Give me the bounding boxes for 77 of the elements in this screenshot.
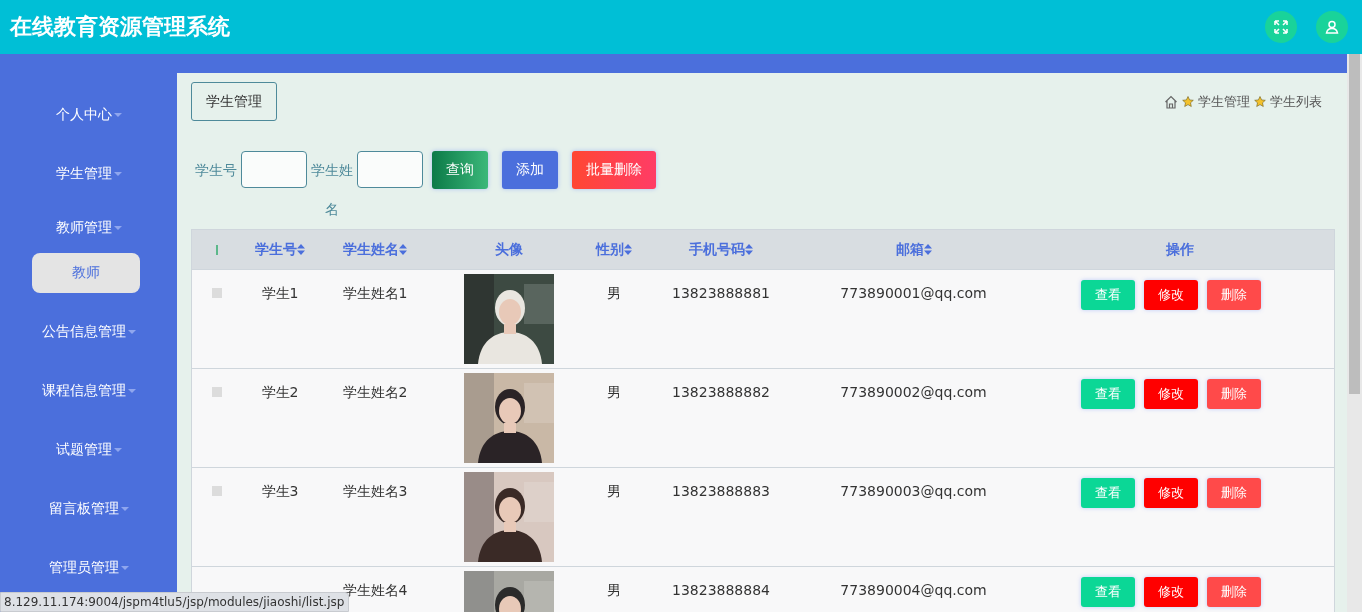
breadcrumb-item[interactable]: 学生列表 xyxy=(1270,92,1322,111)
sidebar-item[interactable]: 教师管理 xyxy=(0,203,177,253)
table-cell: 13823888884 xyxy=(672,582,770,598)
page-tab[interactable]: 学生管理 xyxy=(191,82,277,121)
table-cell: 学生2 xyxy=(261,384,299,402)
fullscreen-icon xyxy=(1274,20,1288,34)
add-button[interactable]: 添加 xyxy=(502,151,558,189)
table-cell: 773890003@qq.com xyxy=(840,483,987,499)
app-title: 在线教育资源管理系统 xyxy=(10,13,231,41)
table-cell: 773890001@qq.com xyxy=(840,285,987,301)
caret-icon xyxy=(113,171,122,176)
sidebar-item[interactable]: 个人中心 xyxy=(0,85,177,144)
home-icon[interactable] xyxy=(1164,94,1178,109)
delete-button[interactable]: 删除 xyxy=(1207,280,1261,310)
search-field[interactable] xyxy=(241,151,307,188)
user-icon xyxy=(1325,20,1339,34)
table-cell: 男 xyxy=(606,483,621,501)
delete-button[interactable]: 删除 xyxy=(1207,379,1261,409)
row-checkbox[interactable] xyxy=(211,387,222,397)
caret-icon xyxy=(127,329,136,334)
sidebar-item[interactable]: 留言板管理 xyxy=(0,479,177,538)
table-cell: 学生1 xyxy=(261,285,299,303)
select-all-checkbox[interactable] xyxy=(215,244,218,255)
caret-icon xyxy=(113,226,122,230)
table-cell: 学生姓名3 xyxy=(342,483,408,501)
column-header[interactable]: 性别 xyxy=(586,230,641,269)
sidebar-item[interactable]: 课程信息管理 xyxy=(0,361,177,420)
user-button[interactable] xyxy=(1316,11,1348,43)
batch-delete-button[interactable]: 批量删除 xyxy=(572,151,656,189)
edit-button[interactable]: 修改 xyxy=(1144,280,1198,310)
caret-icon xyxy=(113,112,122,117)
fullscreen-button[interactable] xyxy=(1265,11,1297,43)
delete-button[interactable]: 删除 xyxy=(1207,577,1261,607)
column-header[interactable]: 手机号码 xyxy=(641,230,801,269)
caret-icon xyxy=(120,565,129,570)
caret-icon xyxy=(120,506,129,511)
column-header[interactable]: 学生姓名 xyxy=(319,230,431,269)
row-checkbox[interactable] xyxy=(211,486,222,496)
column-header[interactable]: 操作 xyxy=(1026,230,1334,269)
edit-button[interactable]: 修改 xyxy=(1144,379,1198,409)
breadcrumb-item[interactable]: 学生管理 xyxy=(1198,92,1250,111)
edit-button[interactable]: 修改 xyxy=(1144,478,1198,508)
edit-button[interactable]: 修改 xyxy=(1144,577,1198,607)
table-cell: 男 xyxy=(606,384,621,402)
sort-icon[interactable] xyxy=(745,244,753,255)
table-cell: 学生姓名1 xyxy=(342,285,408,303)
column-header[interactable]: 邮箱 xyxy=(801,230,1026,269)
sort-icon[interactable] xyxy=(923,244,932,255)
search-button[interactable]: 查询 xyxy=(432,151,488,189)
table-cell: 13823888882 xyxy=(672,384,770,400)
table-cell: 773890004@qq.com xyxy=(840,582,987,598)
table-cell: 13823888881 xyxy=(672,285,770,301)
sidebar-item[interactable]: 试题管理 xyxy=(0,420,177,479)
sidebar-item[interactable]: 学生管理 xyxy=(0,144,177,203)
sort-icon[interactable] xyxy=(297,244,305,255)
table-cell: 13823888883 xyxy=(672,483,770,499)
table-cell: 773890002@qq.com xyxy=(840,384,987,400)
caret-icon xyxy=(127,388,136,393)
sort-icon[interactable] xyxy=(399,244,407,255)
sidebar-item[interactable]: 公告信息管理 xyxy=(0,302,177,361)
field-label: 学生姓名 xyxy=(310,161,354,219)
star-icon xyxy=(1182,95,1194,108)
caret-icon xyxy=(113,447,122,452)
column-header[interactable]: 学生号 xyxy=(241,230,319,269)
row-checkbox[interactable] xyxy=(211,288,222,298)
delete-button[interactable]: 删除 xyxy=(1207,478,1261,508)
field-label: 学生号 xyxy=(194,161,238,180)
table-cell: 男 xyxy=(606,285,621,303)
star-icon xyxy=(1254,95,1266,108)
column-header[interactable]: 头像 xyxy=(431,230,586,269)
table-cell: 学生3 xyxy=(261,483,299,501)
sort-icon[interactable] xyxy=(623,244,632,255)
sidebar-subitem[interactable]: 教师 xyxy=(32,253,140,293)
table-cell: 男 xyxy=(606,582,621,600)
table-cell: 学生姓名2 xyxy=(342,384,408,402)
search-field[interactable] xyxy=(357,151,423,188)
scrollbar-thumb[interactable] xyxy=(1349,54,1360,394)
